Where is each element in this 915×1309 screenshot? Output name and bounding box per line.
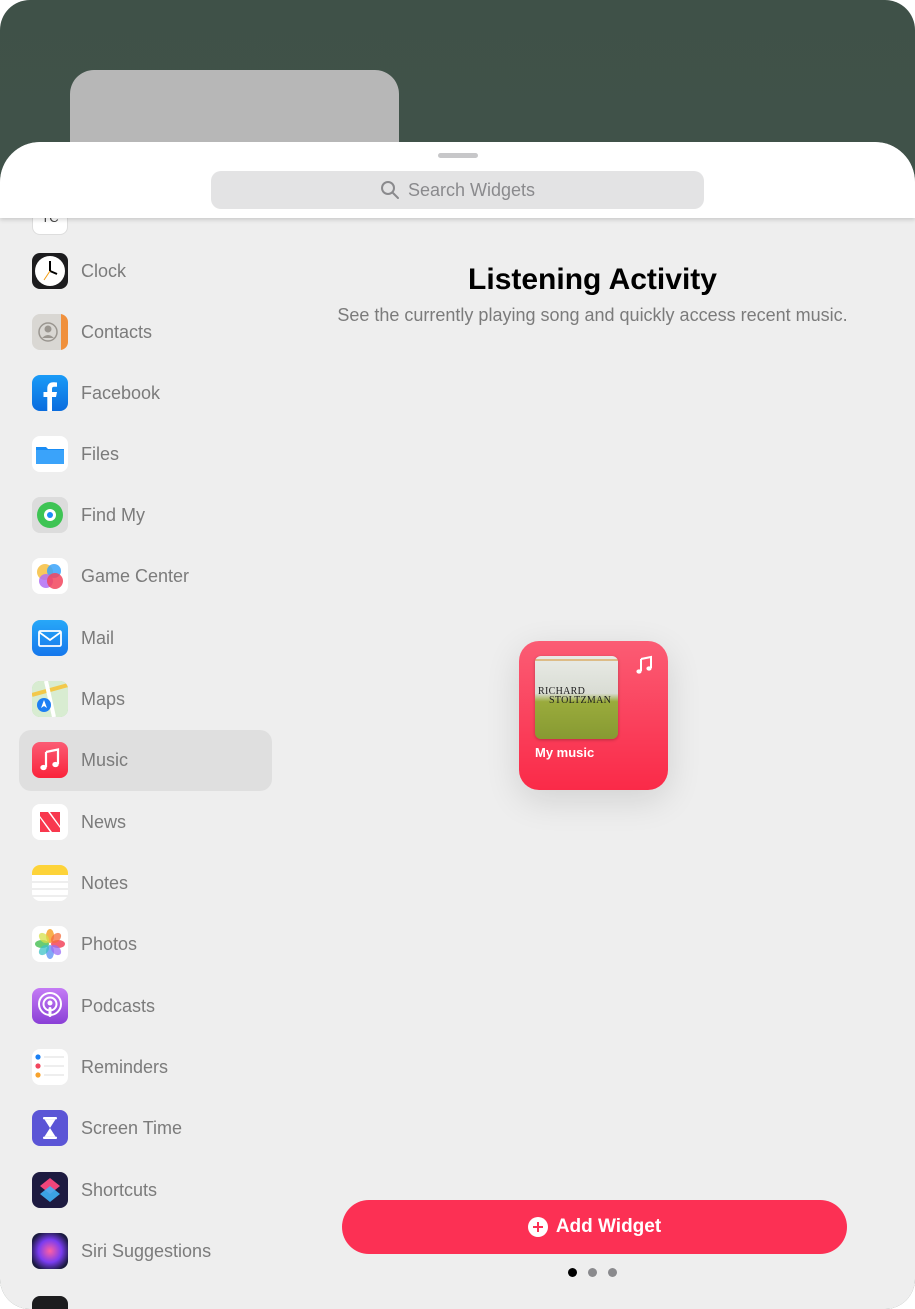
sidebar-item-label: Mail [81,628,115,648]
files-icon [32,436,68,472]
widget-caption: My music [535,745,595,760]
reminders-icon [32,1049,68,1085]
sidebar-item-mail[interactable]: Mail [19,608,272,669]
sidebar-item-label: Contacts [81,322,153,342]
sidebar-item-label: Podcasts [81,996,156,1016]
page-indicator[interactable] [568,1268,617,1277]
sidebar-item-label: Siri Suggestions [81,1241,212,1261]
sidebar-item-find-my[interactable]: Find My [19,485,272,546]
page-dot-2[interactable] [588,1268,597,1277]
music-note-icon [636,655,652,674]
search-icon [380,181,399,199]
add-widget-button[interactable]: Add Widget [342,1200,847,1254]
sidebar-item-label: Game Center [81,566,190,586]
sheet-header: Search Widgets [0,142,915,218]
widget-detail-pane: Listening Activity See the currently pla… [290,218,915,1309]
sidebar-item-reminders[interactable]: Reminders [19,1037,272,1098]
sidebar-item-maps[interactable]: Maps [19,669,272,730]
page-dot-3[interactable] [608,1268,617,1277]
sidebar-item-news[interactable]: News [19,792,272,853]
sidebar-item-label: Photos [81,934,138,954]
sidebar-item-partial-bottom[interactable] [19,1284,272,1309]
sheet-grabber[interactable] [438,153,478,158]
sidebar-item-clock[interactable]: Clock [19,241,272,302]
plus-circle-icon [527,1217,548,1237]
add-widget-label: Add Widget [555,1216,662,1237]
clock-icon [32,253,68,289]
notes-icon [32,865,68,901]
widget-title: Listening Activity [468,263,717,296]
sidebar-item-label: Clock [81,261,127,281]
sidebar-item-label: Files [81,444,120,464]
app-list-sidebar[interactable]: TC Clock [0,218,290,1309]
sidebar-item-photos[interactable]: Photos [19,914,272,975]
sidebar-item-label: Find My [81,505,146,525]
sidebar-item-label: Maps [81,689,126,709]
sidebar-item-notes[interactable]: Notes [19,853,272,914]
sidebar-item-label: Notes [81,873,129,893]
siri-suggestions-icon [32,1233,68,1269]
find-my-icon [32,497,68,533]
listening-activity-widget-preview[interactable]: RICHARD STOLTZMAN My music [519,641,668,790]
photos-icon [32,926,68,962]
mail-icon [32,620,68,656]
widget-gallery-sheet: Search Widgets TC Clock [0,142,915,1309]
sidebar-item-shortcuts[interactable]: Shortcuts [19,1160,272,1221]
sidebar-item-contacts[interactable]: Contacts [19,302,272,363]
tc-icon: TC [32,218,68,235]
music-icon [32,742,68,778]
screen-time-icon [32,1110,68,1146]
news-icon [32,804,68,840]
sidebar-item-label: Music [81,750,129,770]
sidebar-item-music[interactable]: Music [19,730,272,791]
album-artwork: RICHARD STOLTZMAN [535,656,618,739]
sidebar-item-label: Reminders [81,1057,169,1077]
sidebar-item-game-center[interactable]: Game Center [19,546,272,607]
shortcuts-icon [32,1172,68,1208]
search-widgets-field[interactable]: Search Widgets [211,171,704,209]
sidebar-item-label: Facebook [81,383,161,403]
podcasts-icon [32,988,68,1024]
search-placeholder: Search Widgets [407,179,536,200]
sidebar-item-label: News [81,812,127,832]
widget-subtitle: See the currently playing song and quick… [337,305,848,325]
sidebar-item-facebook[interactable]: Facebook [19,363,272,424]
app-icon [32,1296,68,1309]
page-dot-1[interactable] [568,1268,577,1277]
contacts-icon [32,314,68,350]
sidebar-item-podcasts[interactable]: Podcasts [19,976,272,1037]
home-screen-background: Search Widgets TC Clock [0,0,915,1309]
sidebar-item-label: Shortcuts [81,1180,158,1200]
sidebar-item-files[interactable]: Files [19,424,272,485]
maps-icon [32,681,68,717]
sidebar-item-siri-suggestions[interactable]: Siri Suggestions [19,1221,272,1282]
facebook-icon [32,375,68,411]
sidebar-item-screen-time[interactable]: Screen Time [19,1098,272,1159]
sidebar-item-label: Screen Time [81,1118,183,1138]
game-center-icon [32,558,68,594]
